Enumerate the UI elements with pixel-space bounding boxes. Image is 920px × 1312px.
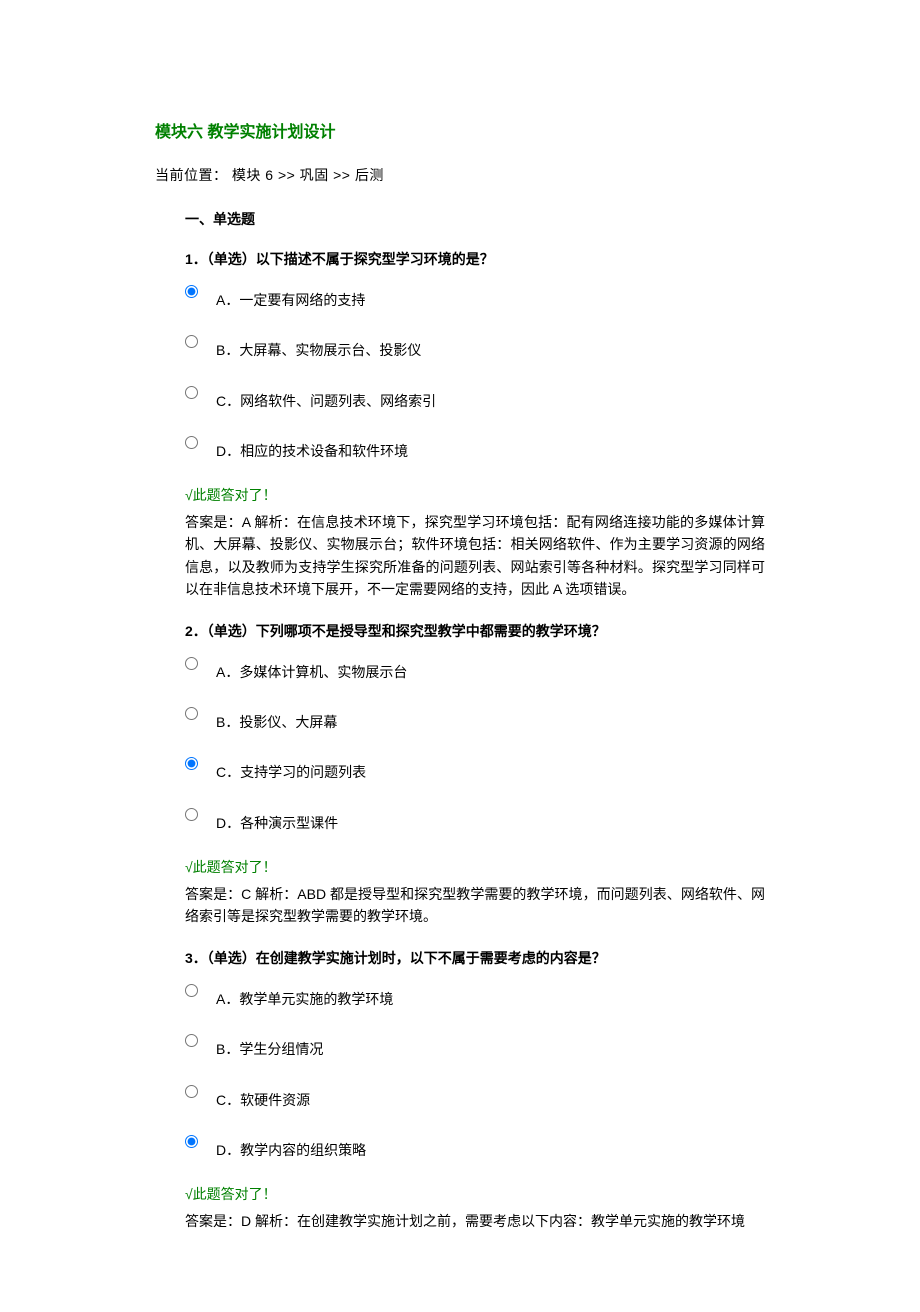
question-block: 3．（单选）在创建教学实施计划时，以下不属于需要考虑的内容是？ A．教学单元实施的… [185, 947, 765, 1232]
option-label: D．各种演示型课件 [216, 806, 338, 834]
option-radio[interactable] [185, 808, 198, 821]
question-block: 2．（单选）下列哪项不是授导型和探究型教学中都需要的教学环境？ A．多媒体计算机、… [185, 620, 765, 927]
option-row: B．投影仪、大屏幕 [185, 705, 765, 733]
option-label: B．大屏幕、实物展示台、投影仪 [216, 333, 421, 361]
option-label: C．支持学习的问题列表 [216, 755, 366, 783]
option-row: C．网络软件、问题列表、网络索引 [185, 384, 765, 412]
option-row: C．支持学习的问题列表 [185, 755, 765, 783]
option-radio[interactable] [185, 386, 198, 399]
option-row: A．教学单元实施的教学环境 [185, 982, 765, 1010]
option-row: B．大屏幕、实物展示台、投影仪 [185, 333, 765, 361]
option-radio[interactable] [185, 1034, 198, 1047]
option-row: A．一定要有网络的支持 [185, 283, 765, 311]
correct-message: √此题答对了！ [185, 484, 765, 506]
correct-message: √此题答对了！ [185, 856, 765, 878]
option-radio[interactable] [185, 707, 198, 720]
option-radio[interactable] [185, 285, 198, 298]
option-radio[interactable] [185, 436, 198, 449]
option-label: C．网络软件、问题列表、网络索引 [216, 384, 436, 412]
correct-message: √此题答对了！ [185, 1183, 765, 1205]
option-row: D．相应的技术设备和软件环境 [185, 434, 765, 462]
question-prompt: 3．（单选）在创建教学实施计划时，以下不属于需要考虑的内容是？ [185, 947, 765, 969]
option-row: C．软硬件资源 [185, 1083, 765, 1111]
answer-explanation: 答案是：D 解析：在创建教学实施计划之前，需要考虑以下内容：教学单元实施的教学环… [185, 1210, 765, 1232]
option-label: C．软硬件资源 [216, 1083, 310, 1111]
option-row: B．学生分组情况 [185, 1032, 765, 1060]
option-label: A．一定要有网络的支持 [216, 283, 365, 311]
option-radio[interactable] [185, 335, 198, 348]
option-label: A．教学单元实施的教学环境 [216, 982, 393, 1010]
option-label: A．多媒体计算机、实物展示台 [216, 655, 407, 683]
answer-explanation: 答案是：A 解析：在信息技术环境下，探究型学习环境包括：配有网络连接功能的多媒体… [185, 511, 765, 601]
options-group: A．一定要有网络的支持 B．大屏幕、实物展示台、投影仪 C．网络软件、问题列表、网络… [185, 283, 765, 463]
option-row: D．各种演示型课件 [185, 806, 765, 834]
option-row: A．多媒体计算机、实物展示台 [185, 655, 765, 683]
page-title: 模块六 教学实施计划设计 [155, 120, 765, 146]
options-group: A．教学单元实施的教学环境 B．学生分组情况 C．软硬件资源 D．教学内容的组织策略 [185, 982, 765, 1162]
answer-explanation: 答案是：C 解析：ABD 都是授导型和探究型教学需要的教学环境，而问题列表、网络… [185, 883, 765, 928]
option-label: D．相应的技术设备和软件环境 [216, 434, 408, 462]
option-radio[interactable] [185, 1135, 198, 1148]
option-label: D．教学内容的组织策略 [216, 1133, 366, 1161]
questions-container: 1．（单选）以下描述不属于探究型学习环境的是？ A．一定要有网络的支持 B．大屏幕、… [155, 248, 765, 1232]
question-prompt: 2．（单选）下列哪项不是授导型和探究型教学中都需要的教学环境？ [185, 620, 765, 642]
option-label: B．投影仪、大屏幕 [216, 705, 337, 733]
option-row: D．教学内容的组织策略 [185, 1133, 765, 1161]
breadcrumb: 当前位置： 模块 6 >> 巩固 >> 后测 [155, 164, 765, 186]
options-group: A．多媒体计算机、实物展示台 B．投影仪、大屏幕 C．支持学习的问题列表 D．各种演示… [185, 655, 765, 835]
question-block: 1．（单选）以下描述不属于探究型学习环境的是？ A．一定要有网络的支持 B．大屏幕、… [185, 248, 765, 600]
option-label: B．学生分组情况 [216, 1032, 323, 1060]
option-radio[interactable] [185, 1085, 198, 1098]
option-radio[interactable] [185, 657, 198, 670]
option-radio[interactable] [185, 757, 198, 770]
question-prompt: 1．（单选）以下描述不属于探究型学习环境的是？ [185, 248, 765, 270]
section-heading: 一、单选题 [185, 208, 765, 230]
option-radio[interactable] [185, 984, 198, 997]
